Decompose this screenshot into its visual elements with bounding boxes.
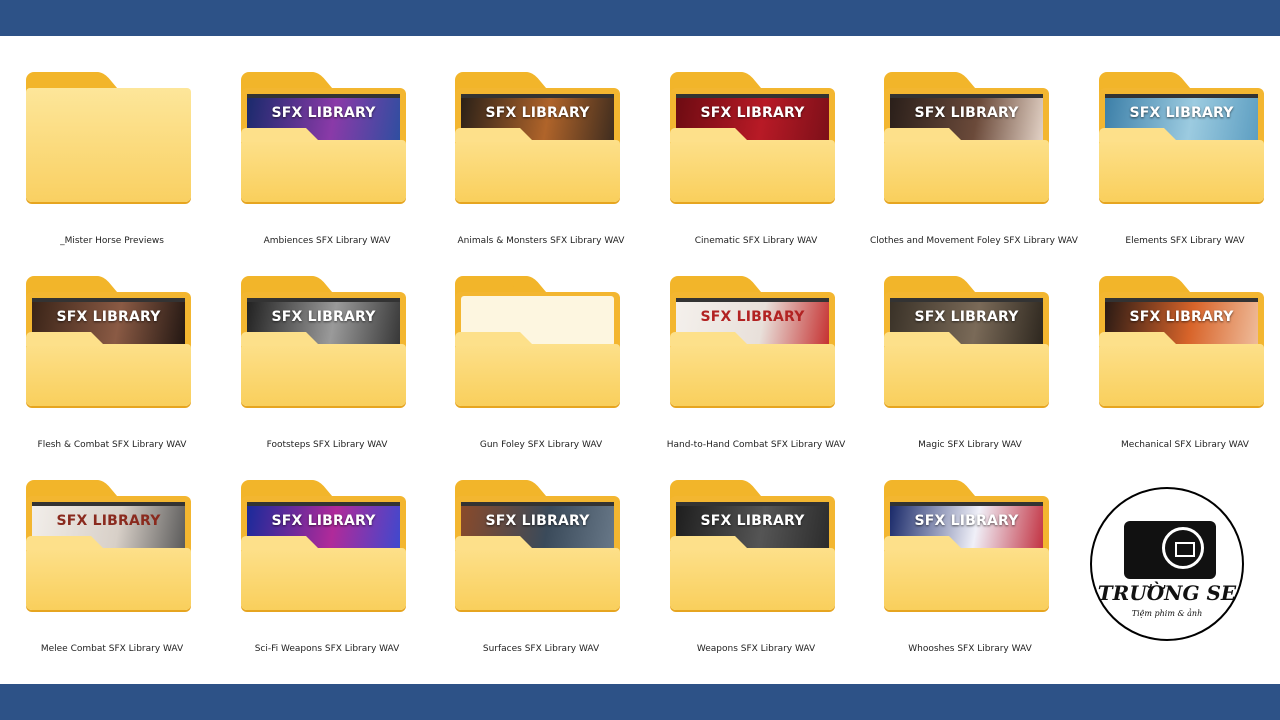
folder-item[interactable]: Gun Foley SFX Library WAV [441, 276, 641, 466]
thumbnail-label: SFX LIBRARY [271, 105, 376, 121]
thumbnail-label: SFX LIBRARY [914, 513, 1019, 529]
folder-name: Whooshes SFX Library WAV [908, 644, 1032, 654]
folder-item[interactable]: SFX LIBRARY Clothes and Movement Foley SF… [870, 72, 1078, 262]
folder-item[interactable]: SFX LIBRARY Melee Combat SFX Library WAV [12, 480, 212, 670]
thumbnail-label: SFX LIBRARY [485, 105, 590, 121]
thumbnail-label: SFX LIBRARY [700, 105, 805, 121]
folder-name: Clothes and Movement Foley SFX Library W… [870, 236, 1078, 246]
folder-item[interactable]: SFX LIBRARY Ambiences SFX Library WAV [227, 72, 427, 262]
folder-icon: SFX LIBRARY [670, 72, 835, 202]
thumbnail-label: SFX LIBRARY [700, 309, 805, 325]
folder-item[interactable]: SFX LIBRARY Sci-Fi Weapons SFX Library WA… [227, 480, 427, 670]
thumbnail-label: SFX LIBRARY [56, 309, 161, 325]
folder-icon: SFX LIBRARY [241, 480, 406, 610]
folder-name: Magic SFX Library WAV [918, 440, 1022, 450]
folder-name: Hand-to-Hand Combat SFX Library WAV [666, 440, 846, 450]
camera-icon [1124, 521, 1216, 579]
thumbnail-label: SFX LIBRARY [485, 513, 590, 529]
folder-item[interactable]: SFX LIBRARY Footsteps SFX Library WAV [227, 276, 427, 466]
logo-brand: TRƯỜNG SE [1097, 581, 1237, 605]
folder-icon: SFX LIBRARY [455, 480, 620, 610]
folder-name: Gun Foley SFX Library WAV [479, 440, 603, 450]
folder-icon: SFX LIBRARY [884, 276, 1049, 406]
folder-icon: SFX LIBRARY [1099, 72, 1264, 202]
folder-name: Weapons SFX Library WAV [696, 644, 816, 654]
folder-name: Cinematic SFX Library WAV [694, 236, 818, 246]
folder-item[interactable]: SFX LIBRARY Weapons SFX Library WAV [656, 480, 856, 670]
thumbnail-label: SFX LIBRARY [1129, 105, 1234, 121]
folder-name: Footsteps SFX Library WAV [266, 440, 388, 450]
thumbnail-label: SFX LIBRARY [271, 513, 376, 529]
folder-name: Ambiences SFX Library WAV [263, 236, 391, 246]
folder-name: Surfaces SFX Library WAV [482, 644, 600, 654]
folder-item[interactable]: SFX LIBRARY Whooshes SFX Library WAV [870, 480, 1070, 670]
thumbnail-label: SFX LIBRARY [700, 513, 805, 529]
folder-icon: SFX LIBRARY [670, 480, 835, 610]
truong-se-logo: TRƯỜNG SE Tiệm phim & ảnh [1090, 487, 1244, 641]
folder-name: Melee Combat SFX Library WAV [40, 644, 184, 654]
logo-tagline: Tiệm phim & ảnh [1131, 609, 1203, 618]
folder-icon [455, 276, 620, 406]
thumbnail-label: SFX LIBRARY [56, 513, 161, 529]
folder-icon: SFX LIBRARY [1099, 276, 1264, 406]
folder-item[interactable]: SFX LIBRARY Mechanical SFX Library WAV [1085, 276, 1280, 466]
folder-icon [26, 72, 191, 202]
folder-item[interactable]: SFX LIBRARY Surfaces SFX Library WAV [441, 480, 641, 670]
folder-name: Elements SFX Library WAV [1125, 236, 1245, 246]
folder-item[interactable]: _Mister Horse Previews [12, 72, 212, 262]
folder-icon: SFX LIBRARY [26, 276, 191, 406]
folder-icon: SFX LIBRARY [670, 276, 835, 406]
folder-name: _Mister Horse Previews [60, 236, 164, 246]
folder-name: Sci-Fi Weapons SFX Library WAV [254, 644, 400, 654]
folder-item[interactable]: SFX LIBRARY Flesh & Combat SFX Library WA… [12, 276, 212, 466]
folder-item[interactable]: SFX LIBRARY Animals & Monsters SFX Librar… [441, 72, 641, 262]
folder-icon: SFX LIBRARY [884, 72, 1049, 202]
thumbnail-label: SFX LIBRARY [914, 105, 1019, 121]
folder-icon: SFX LIBRARY [241, 72, 406, 202]
folder-item[interactable]: SFX LIBRARY Magic SFX Library WAV [870, 276, 1070, 466]
folder-name: Mechanical SFX Library WAV [1121, 440, 1249, 450]
top-bar [0, 0, 1280, 36]
thumbnail-label: SFX LIBRARY [914, 309, 1019, 325]
folder-icon: SFX LIBRARY [241, 276, 406, 406]
folder-icon: SFX LIBRARY [884, 480, 1049, 610]
thumbnail-label: SFX LIBRARY [271, 309, 376, 325]
folder-icon: SFX LIBRARY [26, 480, 191, 610]
folder-item[interactable]: SFX LIBRARY Elements SFX Library WAV [1085, 72, 1280, 262]
folder-name: Flesh & Combat SFX Library WAV [37, 440, 187, 450]
bottom-bar [0, 684, 1280, 720]
folder-item[interactable]: SFX LIBRARY Cinematic SFX Library WAV [656, 72, 856, 262]
folder-icon: SFX LIBRARY [455, 72, 620, 202]
folder-name: Animals & Monsters SFX Library WAV [457, 236, 625, 246]
folder-item[interactable]: SFX LIBRARY Hand-to-Hand Combat SFX Libra… [656, 276, 856, 466]
thumbnail-label: SFX LIBRARY [1129, 309, 1234, 325]
